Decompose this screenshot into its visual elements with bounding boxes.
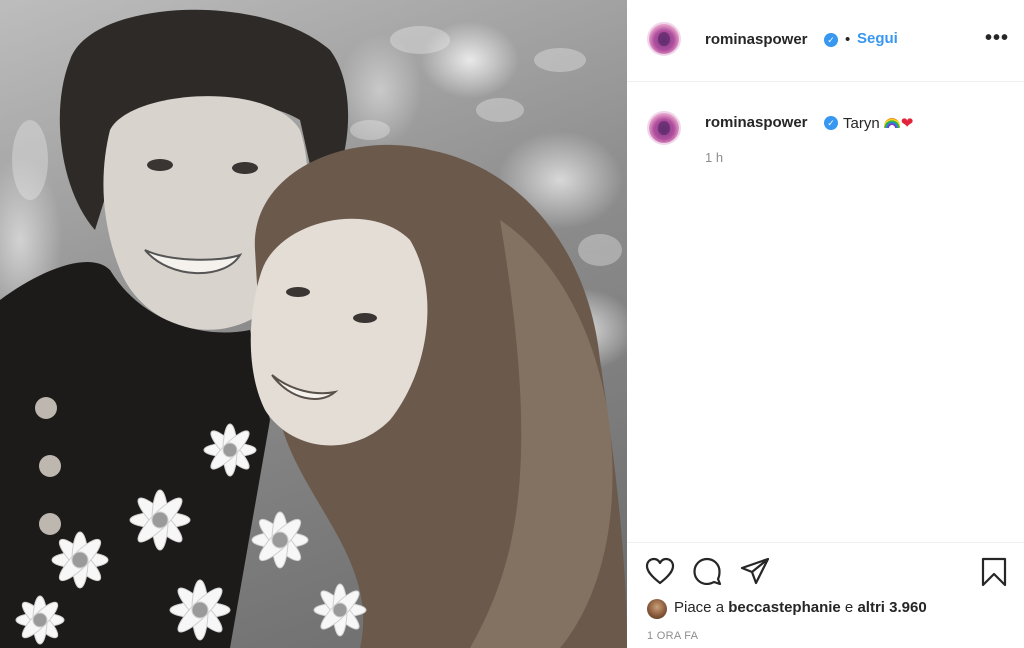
- likes-count[interactable]: altri 3.960: [857, 599, 926, 616]
- author-username[interactable]: rominaspower: [705, 31, 808, 48]
- liker-username[interactable]: beccastephanie: [728, 599, 841, 616]
- heart-icon[interactable]: [645, 557, 675, 590]
- likes-middle: e: [840, 599, 858, 616]
- more-options-icon[interactable]: •••: [985, 27, 1009, 50]
- post-header: rominaspower ✓ • Segui •••: [627, 0, 1024, 82]
- red-heart-icon: ❤: [900, 115, 914, 132]
- verified-badge-icon: ✓: [824, 116, 838, 130]
- author-avatar[interactable]: [647, 22, 681, 56]
- caption-author-avatar[interactable]: [647, 111, 681, 145]
- caption-text: Taryn: [843, 115, 880, 132]
- post-photo-illustration: [0, 9, 627, 648]
- caption-username[interactable]: rominaspower: [705, 114, 808, 131]
- post-actions: Piace a beccastephanie e altri 3.960 1 O…: [627, 542, 1024, 648]
- separator-dot: •: [845, 31, 851, 48]
- post-photo[interactable]: [0, 0, 627, 648]
- likes-summary: Piace a beccastephanie e altri 3.960: [674, 599, 927, 616]
- bookmark-icon[interactable]: [980, 557, 1008, 592]
- verified-badge-icon: ✓: [824, 33, 838, 47]
- post-side-panel: rominaspower ✓ • Segui ••• rominaspower …: [627, 0, 1024, 648]
- comment-icon[interactable]: [692, 557, 722, 590]
- caption-text-line: Taryn ❤: [843, 114, 913, 132]
- share-icon[interactable]: [740, 557, 770, 590]
- caption-time[interactable]: 1 h: [705, 150, 723, 165]
- follow-button[interactable]: Segui: [857, 30, 898, 47]
- likes-prefix: Piace a: [674, 599, 729, 616]
- rainbow-icon: [883, 118, 900, 128]
- post-timestamp[interactable]: 1 ORA FA: [647, 630, 698, 642]
- liker-avatar[interactable]: [647, 599, 667, 619]
